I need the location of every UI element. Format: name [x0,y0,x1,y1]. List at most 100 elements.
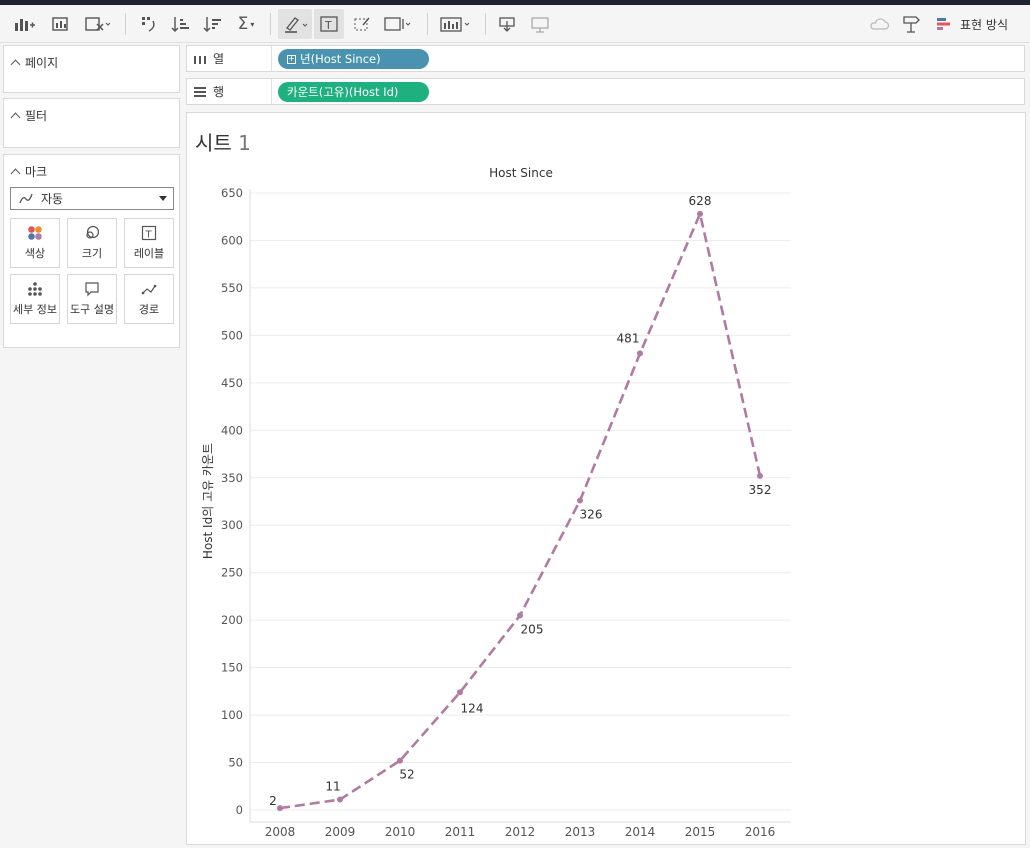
data-labels: 21152124205326481628352 [269,194,771,808]
sort-ascending-icon[interactable] [168,9,192,39]
filters-panel[interactable]: 필터 [3,98,180,148]
rows-shelf[interactable]: 행 카운트(고유)(Host Id) [186,78,1025,105]
columns-pill[interactable]: + 년(Host Since) [278,49,429,69]
mark-card-label[interactable]: T 레이블 [124,218,174,268]
rows-pill[interactable]: 카운트(고유)(Host Id) [278,82,429,102]
mark-card-label: 레이블 [134,245,164,261]
svg-text:T: T [324,19,332,32]
expand-icon[interactable]: + [287,55,296,64]
mark-card-label: 세부 정보 [13,301,57,317]
detail-icon [27,281,43,297]
path-icon [141,281,157,297]
data-label: 628 [689,194,712,208]
mark-type-value: 자동 [41,190,63,207]
download-icon[interactable] [494,9,520,39]
gridlines [250,193,791,810]
rows-icon [193,86,207,98]
color-icon [27,225,43,241]
y-tick-label: 50 [228,756,243,770]
mark-card-tooltip[interactable]: 도구 설명 [67,274,117,324]
filters-label: 필터 [25,107,47,124]
toolbar-separator [485,13,486,35]
new-worksheet-icon[interactable] [48,9,74,39]
data-point[interactable] [397,758,403,764]
columns-icon [193,53,207,65]
columns-label: 열 [213,50,224,67]
mark-card-size[interactable]: 크기 [67,218,117,268]
totals-icon[interactable]: Σ▾ [232,9,260,39]
clear-sheet-icon[interactable] [82,9,112,39]
swap-icon[interactable] [136,9,162,39]
collapse-icon[interactable] [11,169,21,179]
pages-label: 페이지 [25,54,58,71]
x-tick-label: 2009 [325,825,356,839]
series-line[interactable] [277,211,763,811]
highlight-icon[interactable] [278,9,312,39]
present-icon [936,16,952,32]
mark-card-path[interactable]: 경로 [124,274,174,324]
x-axis: 200820092010201120122013201420152016 [250,822,791,839]
y-tick-label: 550 [221,281,243,295]
present-button[interactable]: 표현 방식 [936,9,1008,39]
x-tick-label: 2011 [445,825,476,839]
x-tick-label: 2014 [625,825,656,839]
data-label: 124 [461,701,484,715]
sort-descending-icon[interactable] [200,9,224,39]
signpost-icon[interactable] [898,9,924,39]
new-datasource-icon[interactable] [10,9,40,39]
y-tick-label: 350 [221,471,243,485]
data-label: 2 [269,794,277,808]
shelf-divider [271,79,272,104]
svg-text:T: T [145,230,153,241]
group-icon[interactable] [350,9,374,39]
data-label: 11 [325,780,340,794]
mark-card-label: 도구 설명 [70,301,114,317]
data-point[interactable] [577,498,583,504]
data-point[interactable] [277,805,283,811]
mark-card-detail[interactable]: 세부 정보 [10,274,60,324]
y-tick-label: 200 [221,613,243,627]
sheet-title: 시트 1 [195,127,251,156]
mark-card-label: 경로 [139,301,159,317]
mark-card-color[interactable]: 색상 [10,218,60,268]
y-axis: 050100150200250300350400450500550600650 [221,186,250,822]
data-point[interactable] [697,211,703,217]
data-label: 352 [749,483,772,497]
x-tick-label: 2010 [385,825,416,839]
labels-icon[interactable]: T [314,9,344,39]
data-point[interactable] [337,797,343,803]
columns-shelf[interactable]: 열 + 년(Host Since) [186,45,1025,72]
toolbar-separator [427,13,428,35]
y-tick-label: 600 [221,233,243,247]
cloud-icon[interactable] [866,9,892,39]
rows-label: 행 [213,83,224,100]
data-point[interactable] [457,689,463,695]
data-label: 481 [617,331,640,345]
size-icon [84,225,100,241]
collapse-icon[interactable] [11,60,21,70]
data-point[interactable] [517,612,523,618]
presentation-icon[interactable] [526,9,554,39]
data-point[interactable] [757,473,763,479]
marks-panel: 마크 자동 색상 크기 T 레이블 세부 정보 도구 설명 경로 [3,154,180,348]
sheet-title-text: 시트 [195,131,232,155]
data-point[interactable] [637,350,643,356]
y-tick-label: 650 [221,186,243,200]
y-tick-label: 300 [221,518,243,532]
series-path[interactable] [280,214,760,808]
worksheet-view: 시트 1 Host Since Host Id의 고유 카운트 05010015… [186,112,1026,845]
x-tick-label: 2012 [505,825,536,839]
data-label: 326 [580,508,603,522]
show-me-icon[interactable] [438,9,474,39]
marks-label: 마크 [25,163,47,180]
pages-panel[interactable]: 페이지 [3,45,180,93]
sheet-title-number: 1 [238,131,251,155]
fit-icon[interactable] [380,9,414,39]
line-chart[interactable]: Host Since Host Id의 고유 카운트 0501001502002… [187,113,1025,844]
rows-pill-label: 카운트(고유)(Host Id) [287,84,398,100]
y-tick-label: 100 [221,708,243,722]
x-tick-label: 2016 [745,825,776,839]
collapse-icon[interactable] [11,113,21,123]
text-label-icon: T [141,225,157,241]
mark-type-dropdown[interactable]: 자동 [10,187,174,210]
